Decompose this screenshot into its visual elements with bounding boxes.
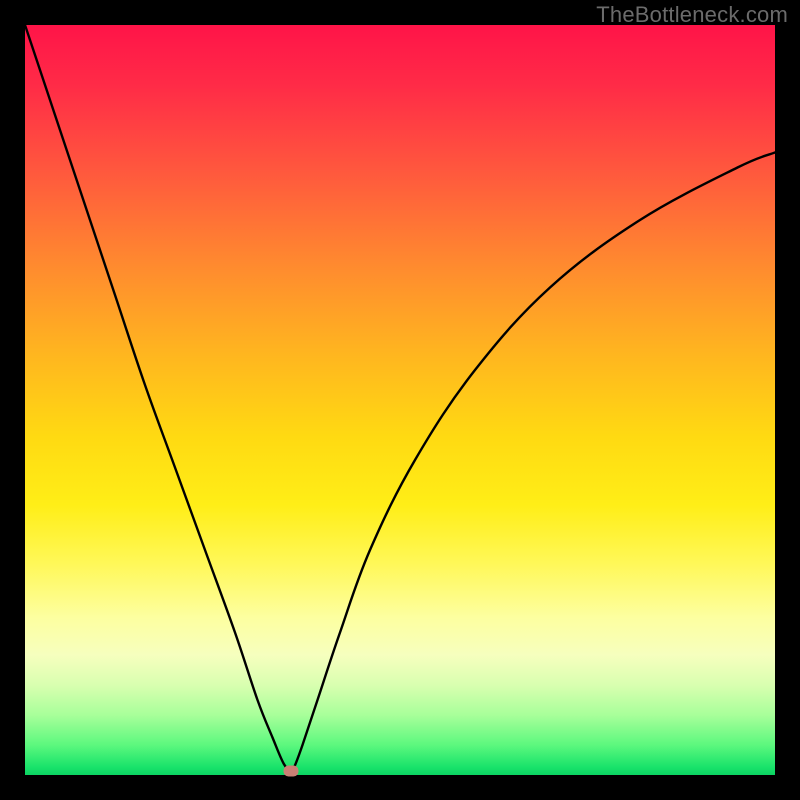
optimal-point-marker — [284, 766, 299, 777]
plot-area — [25, 25, 775, 775]
watermark-text: TheBottleneck.com — [596, 2, 788, 28]
chart-frame: TheBottleneck.com — [0, 0, 800, 800]
bottleneck-curve — [25, 25, 775, 775]
